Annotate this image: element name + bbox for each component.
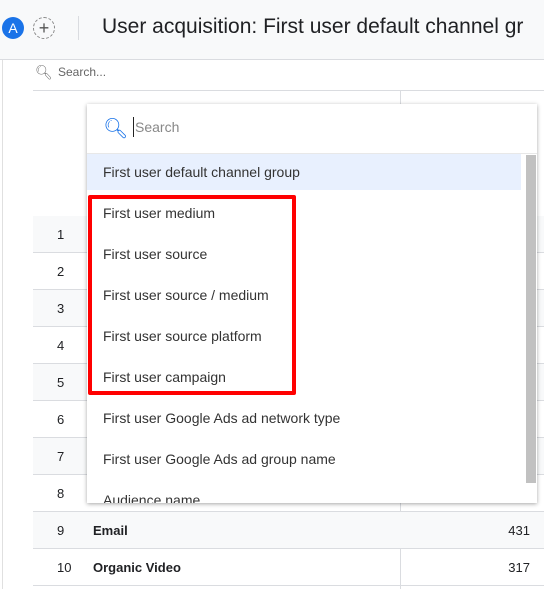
table-search-input[interactable]: Search... <box>58 65 106 79</box>
row-value: 317 <box>508 560 530 575</box>
row-label: Organic Video <box>93 560 181 575</box>
row-number: 1 <box>57 227 65 242</box>
row-value: 431 <box>508 523 530 538</box>
divider <box>78 16 79 40</box>
search-icon: 🔍︎ <box>35 64 53 80</box>
table-search[interactable]: 🔍︎ Search... <box>33 61 544 91</box>
table-row[interactable]: 9 Email 431 <box>33 512 544 549</box>
row-number: 6 <box>57 412 65 427</box>
row-number: 8 <box>57 486 65 501</box>
row-number: 10 <box>57 560 72 575</box>
dropdown-search-input[interactable]: Search <box>133 117 179 137</box>
row-number: 4 <box>57 338 65 353</box>
page-title: User acquisition: First user default cha… <box>102 15 524 38</box>
dropdown-item[interactable]: First user Google Ads ad group name <box>87 441 521 477</box>
search-icon: 🔍︎ <box>103 118 129 140</box>
dropdown-item[interactable]: First user default channel group <box>87 154 521 190</box>
dropdown-item[interactable]: Audience name <box>87 482 521 503</box>
dropdown-item[interactable]: First user Google Ads ad network type <box>87 400 521 436</box>
highlight-box <box>88 195 296 395</box>
add-comparison-button[interactable]: + <box>33 17 55 39</box>
top-bar: A + User acquisition: First user default… <box>0 0 544 60</box>
row-number: 3 <box>57 301 65 316</box>
row-label: Email <box>93 523 128 538</box>
table-row[interactable]: 10 Organic Video 317 <box>33 549 544 586</box>
scrollbar[interactable] <box>526 155 536 483</box>
row-number: 2 <box>57 264 65 279</box>
row-number: 7 <box>57 449 65 464</box>
row-number: 9 <box>57 523 65 538</box>
row-number: 5 <box>57 375 65 390</box>
avatar[interactable]: A <box>2 17 24 39</box>
divider <box>2 60 3 589</box>
